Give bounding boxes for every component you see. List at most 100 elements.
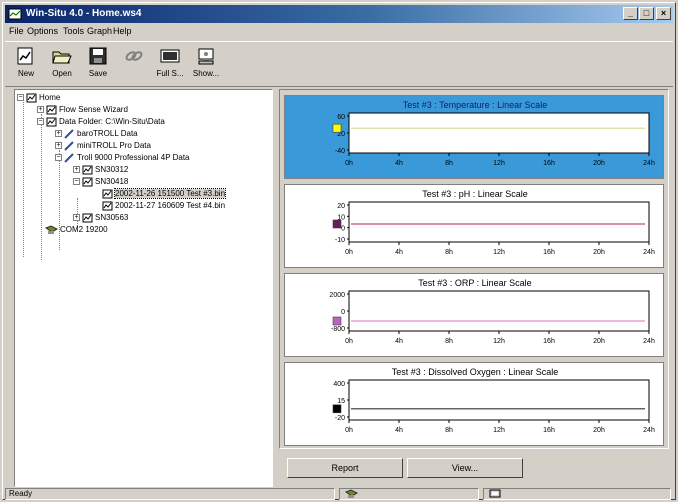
chart-panel-temperature[interactable]: Test #3 : Temperature : Linear Scale 60 20…	[284, 95, 664, 179]
maximize-button[interactable]: □	[639, 7, 654, 20]
x-tick-label: 0h	[345, 427, 353, 434]
collapse-icon[interactable]: −	[55, 154, 62, 162]
new-label: New	[17, 69, 34, 78]
x-tick-label: 20h	[593, 427, 605, 434]
fullscreen-icon	[160, 49, 180, 63]
status-bar: Ready	[5, 487, 673, 501]
fullscreen-button[interactable]: Full S...	[153, 46, 187, 86]
x-tick-label: 24h	[643, 249, 655, 256]
x-tick-label: 12h	[493, 160, 505, 167]
new-button[interactable]: New	[9, 46, 43, 86]
x-tick-label: 4h	[395, 249, 403, 256]
plot-area	[348, 201, 650, 243]
view-button[interactable]: View...	[407, 458, 523, 478]
expand-icon[interactable]: +	[37, 106, 44, 114]
app-icon	[8, 8, 22, 20]
y-tick-label: 0	[341, 309, 345, 316]
y-tick-label: -40	[335, 148, 345, 155]
window-title: Win-Situ 4.0 - Home.ws4	[26, 8, 142, 19]
tree-line	[41, 114, 42, 260]
series-marker	[332, 316, 342, 326]
y-tick-label: 60	[337, 114, 345, 121]
data-folder-icon	[46, 117, 57, 127]
tree-label: Home	[39, 93, 61, 102]
x-tick-label: 20h	[593, 338, 605, 345]
y-tick-label: 20	[337, 203, 345, 210]
x-tick-label: 12h	[493, 338, 505, 345]
tree-node-data-folder[interactable]: − Data Folder: C:\Win-Situ\Data	[37, 116, 165, 127]
tree-label: baroTROLL Data	[77, 129, 138, 138]
tree-node-file-test4[interactable]: 2002-11-27 160609 Test #4.bin	[102, 200, 225, 211]
instrument-icon	[82, 177, 93, 187]
fullscreen-label: Full S...	[156, 69, 184, 78]
tree-node-sn30563[interactable]: + SN30563	[73, 212, 128, 223]
close-button[interactable]: ×	[656, 7, 671, 20]
minimize-button[interactable]: _	[623, 7, 638, 20]
expand-icon[interactable]: +	[55, 142, 62, 150]
x-tick-label: 0h	[345, 338, 353, 345]
x-tick-label: 4h	[395, 338, 403, 345]
tree-node-mini[interactable]: + miniTROLL Pro Data	[55, 140, 151, 151]
title-bar[interactable]: Win-Situ 4.0 - Home.ws4 _ □ ×	[5, 5, 673, 23]
home-icon	[26, 93, 37, 103]
tree-label: SN30312	[95, 165, 129, 174]
tree-node-com[interactable]: COM2 19200	[45, 224, 108, 235]
tree-node-home[interactable]: − Home	[17, 92, 60, 103]
tree-node-baro[interactable]: + baroTROLL Data	[55, 128, 138, 139]
x-tick-label: 24h	[643, 427, 655, 434]
x-tick-label: 4h	[395, 160, 403, 167]
instrument-icon	[82, 213, 93, 223]
menu-options[interactable]: Options	[27, 26, 58, 36]
x-tick-label: 20h	[593, 160, 605, 167]
expand-icon[interactable]: +	[73, 166, 80, 174]
tree-node-sn30418[interactable]: − SN30418	[73, 176, 128, 187]
x-tick-label: 16h	[543, 249, 555, 256]
menu-tools[interactable]: Tools	[63, 26, 84, 36]
chart-panel-dissolved-oxygen[interactable]: Test #3 : Dissolved Oxygen : Linear Scal…	[284, 362, 664, 446]
x-tick-label: 24h	[643, 338, 655, 345]
show-button[interactable]: Show...	[189, 46, 223, 86]
collapse-icon[interactable]: −	[73, 178, 80, 186]
expand-icon[interactable]: +	[55, 130, 62, 138]
tree-node-flow-wizard[interactable]: + Flow Sense Wizard	[37, 104, 128, 115]
tree-node-file-test3[interactable]: 2002-11-26 151500 Test #3.bin	[102, 188, 227, 199]
menu-graph[interactable]: Graph	[87, 26, 112, 36]
status-pane-connection	[339, 488, 479, 500]
link-button[interactable]	[117, 46, 151, 86]
instrument-icon	[82, 165, 93, 175]
link-icon	[125, 51, 143, 61]
x-tick-label: 12h	[493, 249, 505, 256]
x-tick-label: 16h	[543, 160, 555, 167]
x-tick-label: 0h	[345, 160, 353, 167]
series-marker	[332, 123, 342, 133]
chart-title: Test #3 : Dissolved Oxygen : Linear Scal…	[392, 367, 559, 377]
collapse-icon[interactable]: −	[37, 118, 44, 126]
file-icon	[102, 201, 113, 211]
probe-icon	[64, 153, 74, 163]
save-button[interactable]: Save	[81, 46, 115, 86]
y-tick-label: 15	[337, 398, 345, 405]
chart-temperature: Test #3 : Temperature : Linear Scale 60 20…	[332, 100, 655, 167]
tree-label: SN30418	[95, 177, 129, 186]
chart-panel-ph[interactable]: Test #3 : pH : Linear Scale 20 10 0 -10 0h 4h 8…	[284, 184, 664, 268]
open-button[interactable]: Open	[45, 46, 79, 86]
chart-ph: Test #3 : pH : Linear Scale20100-100h 4h 8…	[332, 189, 655, 256]
show-icon	[198, 48, 214, 65]
collapse-icon[interactable]: −	[17, 94, 24, 102]
toolbar: New Open Save Full S... Show...	[5, 41, 673, 87]
x-tick-label: 16h	[543, 427, 555, 434]
tree-node-troll9000[interactable]: − Troll 9000 Professional 4P Data	[55, 152, 190, 163]
tree-node-sn30312[interactable]: + SN30312	[73, 164, 128, 175]
report-button[interactable]: Report	[287, 458, 403, 478]
x-tick-label: 8h	[445, 160, 453, 167]
project-tree[interactable]: − Home + Flow Sense Wizard − Data Folder: C…	[14, 89, 273, 487]
y-tick-label: -20	[335, 415, 345, 422]
x-tick-label: 8h	[445, 338, 453, 345]
menu-bar: File Options Tools Graph Help	[5, 25, 673, 39]
x-tick-label: 4h	[395, 427, 403, 434]
expand-icon[interactable]: +	[73, 214, 80, 222]
menu-file[interactable]: File	[9, 26, 24, 36]
chart-panel-orp[interactable]: Test #3 : ORP : Linear Scale 2000 0 -800 0h 4…	[284, 273, 664, 357]
menu-help[interactable]: Help	[113, 26, 132, 36]
chart-title: Test #3 : ORP : Linear Scale	[418, 278, 531, 288]
